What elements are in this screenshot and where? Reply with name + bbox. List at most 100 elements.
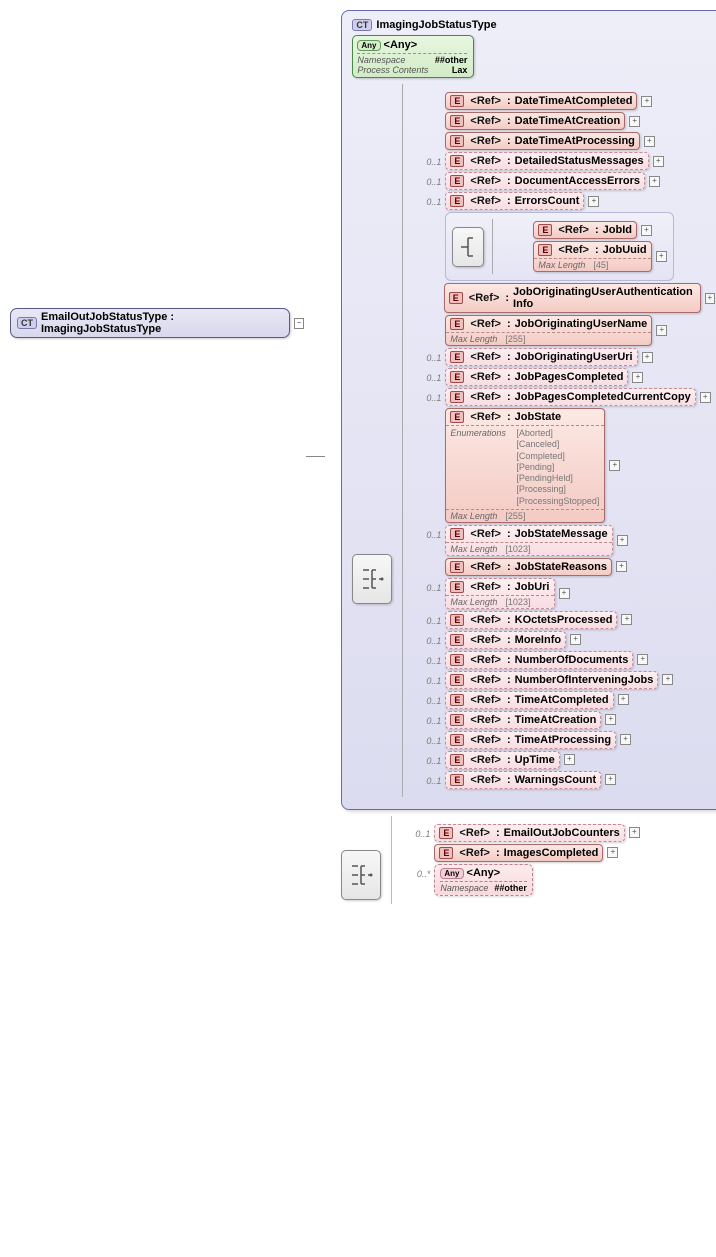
expand-icon[interactable]: + (588, 196, 599, 207)
ref-jobstatemessage[interactable]: E<Ref>:JobStateMessage Max Length[1023] (445, 525, 612, 556)
occurrence: 0..1 (415, 771, 441, 786)
ref-timeatcreation[interactable]: E<Ref>:TimeAtCreation (445, 711, 601, 729)
ref-emailoutjobcounters[interactable]: E<Ref>:EmailOutJobCounters (434, 824, 624, 842)
expand-icon[interactable]: + (653, 156, 664, 167)
expand-icon[interactable]: + (644, 136, 655, 147)
ref-errorscount[interactable]: E<Ref>:ErrorsCount (445, 192, 584, 210)
ref-timeatprocessing[interactable]: E<Ref>:TimeAtProcessing (445, 731, 616, 749)
expand-icon[interactable]: + (559, 588, 570, 599)
meta-val: Lax (452, 65, 468, 75)
any-title: <Any> (467, 867, 501, 879)
ref-jobpagescompletedcurrentcopy[interactable]: E<Ref>:JobPagesCompletedCurrentCopy (445, 388, 695, 406)
ref-name: DocumentAccessErrors (515, 175, 640, 187)
choice-compositor[interactable] (452, 227, 484, 267)
ref-name: ErrorsCount (515, 195, 580, 207)
ref-name: NumberOfDocuments (515, 654, 629, 666)
ref-documentaccesserrors[interactable]: E<Ref>:DocumentAccessErrors (445, 172, 645, 190)
expand-icon[interactable]: + (641, 96, 652, 107)
ref-jobstate[interactable]: E<Ref>:JobState Enumerations[Aborted] [C… (445, 408, 605, 523)
expand-icon[interactable]: + (649, 176, 660, 187)
ref-tag: <Ref> (470, 318, 501, 330)
e-badge: E (450, 351, 464, 363)
expand-icon[interactable]: + (656, 251, 667, 262)
ref-tag: <Ref> (459, 847, 490, 859)
ref-name: DetailedStatusMessages (515, 155, 644, 167)
meta-key: Enumerations (450, 428, 516, 507)
ref-warningscount[interactable]: E<Ref>:WarningsCount (445, 771, 601, 789)
expand-icon[interactable]: + (620, 734, 631, 745)
ref-name: DateTimeAtProcessing (515, 135, 635, 147)
meta-val: [1023] (505, 544, 530, 554)
ref-tag: <Ref> (470, 674, 501, 686)
expand-icon[interactable]: + (605, 714, 616, 725)
expand-icon[interactable]: + (629, 116, 640, 127)
meta-key: Max Length (450, 511, 497, 521)
e-badge: E (450, 195, 464, 207)
root-complextype[interactable]: CT EmailOutJobStatusType : ImagingJobSta… (10, 308, 290, 338)
expand-icon[interactable]: + (632, 372, 643, 383)
e-badge: E (450, 318, 464, 330)
group-title: ImagingJobStatusType (376, 19, 496, 31)
meta-key: Process Contents (357, 65, 451, 75)
sequence-compositor[interactable] (352, 554, 392, 604)
ref-numberofdocuments[interactable]: E<Ref>:NumberOfDocuments (445, 651, 633, 669)
expand-icon[interactable]: + (642, 352, 653, 363)
ref-name: JobOriginatingUserAuthenticationInfo (513, 286, 696, 310)
expand-icon[interactable]: + (609, 460, 620, 471)
ref-datetimeatprocessing[interactable]: E<Ref>:DateTimeAtProcessing (445, 132, 640, 150)
ref-joboriginatingusername[interactable]: E<Ref>:JobOriginatingUserName Max Length… (445, 315, 652, 346)
ref-imagescompleted[interactable]: E<Ref>:ImagesCompleted (434, 844, 603, 862)
ref-uptime[interactable]: E<Ref>:UpTime (445, 751, 559, 769)
e-badge: E (450, 561, 464, 573)
ref-datetimeatcompleted[interactable]: E<Ref>:DateTimeAtCompleted (445, 92, 637, 110)
expand-icon[interactable]: + (621, 614, 632, 625)
meta-val: ##other (435, 55, 468, 65)
any-title: <Any> (384, 39, 418, 51)
meta-val: [255] (505, 334, 525, 344)
ref-joburi[interactable]: E<Ref>:JobUri Max Length[1023] (445, 578, 554, 609)
ref-joboriginatinguserauthenticationinfo[interactable]: E<Ref>:JobOriginatingUserAuthenticationI… (444, 283, 701, 313)
expand-icon[interactable]: + (617, 535, 628, 546)
imagingjobstatustype-group: CT ImagingJobStatusType Any<Any> Namespa… (341, 10, 716, 810)
occurrence: 0..1 (415, 192, 441, 207)
ref-tag: <Ref> (470, 581, 501, 593)
ref-numberofinterveningjobs[interactable]: E<Ref>:NumberOfInterveningJobs (445, 671, 658, 689)
expand-icon[interactable]: + (570, 634, 581, 645)
expand-icon[interactable]: + (656, 325, 667, 336)
expand-icon[interactable]: + (616, 561, 627, 572)
ref-name: DateTimeAtCompleted (515, 95, 633, 107)
ref-name: UpTime (515, 754, 555, 766)
e-badge: E (439, 847, 453, 859)
ref-tag: <Ref> (469, 292, 500, 304)
ref-tag: <Ref> (470, 561, 501, 573)
expand-icon[interactable]: + (618, 694, 629, 705)
ref-tag: <Ref> (470, 115, 501, 127)
expand-icon[interactable]: + (637, 654, 648, 665)
sequence-compositor-ext[interactable] (341, 850, 381, 900)
occurrence: 0..1 (415, 611, 441, 626)
ref-detailedstatusmessages[interactable]: E<Ref>:DetailedStatusMessages (445, 152, 648, 170)
expand-icon[interactable]: + (700, 392, 711, 403)
expand-icon[interactable]: + (607, 847, 618, 858)
expand-icon[interactable]: + (705, 293, 715, 304)
expand-icon[interactable]: + (564, 754, 575, 765)
ref-moreinfo[interactable]: E<Ref>:MoreInfo (445, 631, 566, 649)
expand-icon[interactable]: + (641, 225, 652, 236)
any-element-box[interactable]: Any<Any> Namespace##other (434, 864, 533, 896)
ref-datetimeatcreation[interactable]: E<Ref>:DateTimeAtCreation (445, 112, 625, 130)
ref-name: ImagesCompleted (504, 847, 599, 859)
expand-icon[interactable]: + (629, 827, 640, 838)
ref-jobpagescompleted[interactable]: E<Ref>:JobPagesCompleted (445, 368, 628, 386)
choice-frame: E<Ref>:JobId + E<Ref>:JobUuid Max Length… (445, 212, 673, 281)
ref-joboriginatinguseruri[interactable]: E<Ref>:JobOriginatingUserUri (445, 348, 637, 366)
ref-tag: <Ref> (470, 175, 501, 187)
ref-jobuuid[interactable]: E<Ref>:JobUuid Max Length[45] (533, 241, 651, 272)
ref-timeatcompleted[interactable]: E<Ref>:TimeAtCompleted (445, 691, 613, 709)
ref-jobstatereasons[interactable]: E<Ref>:JobStateReasons (445, 558, 612, 576)
ref-jobid[interactable]: E<Ref>:JobId (533, 221, 637, 239)
collapse-toggle[interactable]: − (294, 318, 305, 329)
ref-koctetsprocessed[interactable]: E<Ref>:KOctetsProcessed (445, 611, 617, 629)
expand-icon[interactable]: + (662, 674, 673, 685)
ref-tag: <Ref> (459, 827, 490, 839)
expand-icon[interactable]: + (605, 774, 616, 785)
